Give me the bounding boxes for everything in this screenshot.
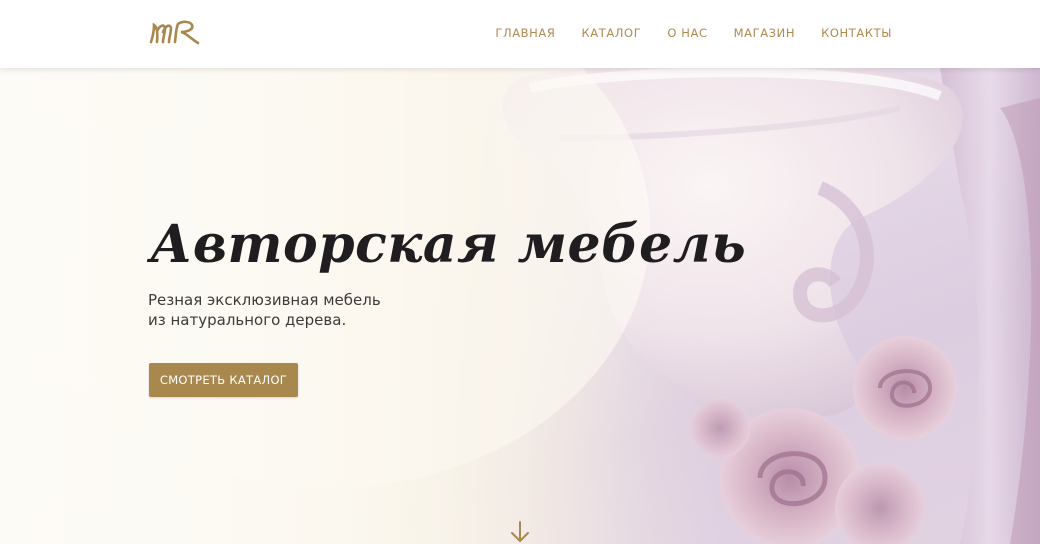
nav-item-contacts[interactable]: КОНТАКТЫ (821, 26, 892, 40)
hero-title: Авторская мебель (150, 214, 747, 275)
nav-item-shop[interactable]: МАГАЗИН (734, 26, 796, 40)
main-nav: ГЛАВНАЯ КАТАЛОГ О НАС МАГАЗИН КОНТАКТЫ (495, 26, 892, 40)
site-header: ГЛАВНАЯ КАТАЛОГ О НАС МАГАЗИН КОНТАКТЫ (0, 0, 1040, 68)
hero-subtitle-line-2: из натурального дерева. (148, 311, 347, 329)
page: ГЛАВНАЯ КАТАЛОГ О НАС МАГАЗИН КОНТАКТЫ А… (0, 0, 1040, 544)
view-catalog-button[interactable]: СМОТРЕТЬ КАТАЛОГ (149, 363, 298, 397)
arrow-down-icon[interactable] (509, 520, 531, 544)
hero-subtitle: Резная эксклюзивная мебель из натурально… (148, 290, 381, 330)
hero-subtitle-line-1: Резная эксклюзивная мебель (148, 291, 381, 309)
logo-icon[interactable] (148, 14, 200, 50)
nav-item-about[interactable]: О НАС (667, 26, 707, 40)
nav-item-catalog[interactable]: КАТАЛОГ (581, 26, 641, 40)
nav-item-home[interactable]: ГЛАВНАЯ (495, 26, 555, 40)
hero-section: Авторская мебель Резная эксклюзивная меб… (0, 68, 1040, 544)
